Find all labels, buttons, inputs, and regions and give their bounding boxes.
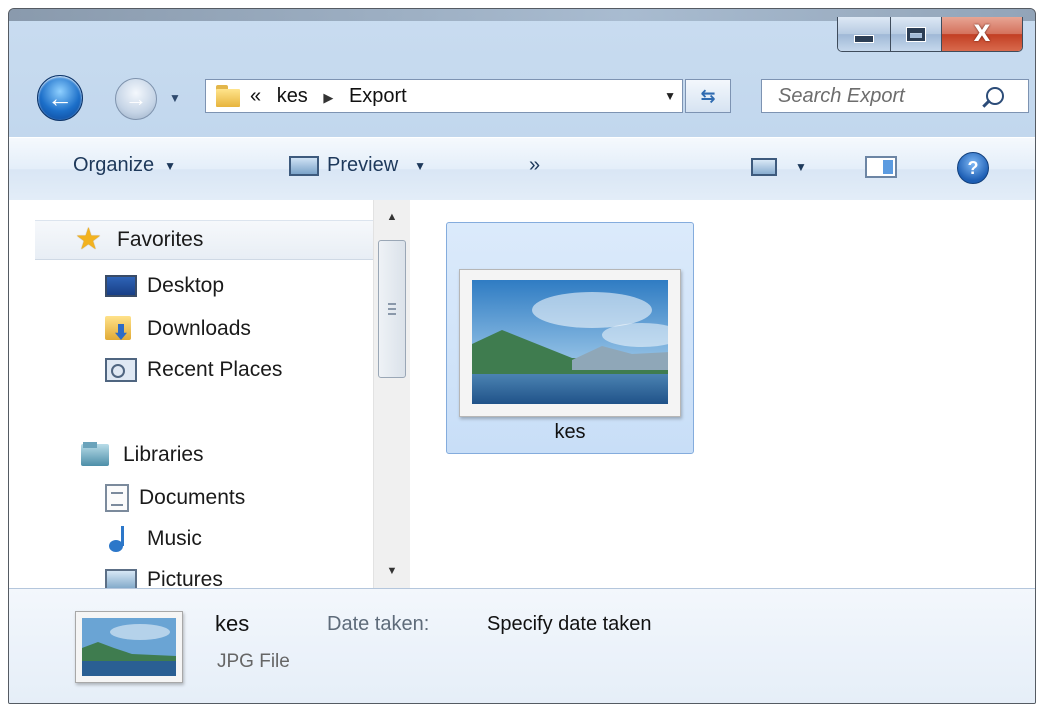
sidebar-item-label: Desktop [147,274,225,297]
content-area: ★ Favorites Desktop Downloads Recent Pla… [9,200,1035,588]
details-file-type: JPG File [217,651,290,672]
breadcrumb-item-export[interactable]: Export [349,85,407,107]
sidebar-item-desktop[interactable]: Desktop [105,274,224,298]
desktop-icon [105,275,137,297]
sidebar-item-pictures[interactable]: Pictures [105,568,223,588]
address-bar[interactable]: « kes ▶ Export ▼ [205,79,683,113]
more-commands-button[interactable]: » [529,154,540,177]
date-taken-value[interactable]: Specify date taken [487,613,652,636]
sidebar-item-label: Libraries [123,443,204,466]
search-icon[interactable] [986,87,1004,105]
music-icon [105,526,137,552]
change-view-button[interactable]: ▼ [751,158,807,176]
search-input[interactable] [776,83,976,109]
forward-button[interactable]: → [115,78,157,120]
search-box[interactable] [761,79,1029,113]
preview-pane-button[interactable] [865,156,897,178]
scroll-down-icon[interactable]: ▼ [374,554,410,588]
views-icon [751,158,777,176]
help-icon: ? [957,152,989,184]
close-button[interactable]: X [941,17,1022,51]
documents-icon [105,484,129,512]
minimize-button[interactable] [838,17,890,51]
grip-icon [388,303,396,315]
breadcrumb-item-kes[interactable]: kes [277,85,308,107]
refresh-button[interactable]: ⇆ [685,79,731,113]
sidebar-item-recent-places[interactable]: Recent Places [105,358,282,382]
sidebar-item-label: Music [147,527,202,550]
maximize-button[interactable] [890,17,941,51]
back-arrow-icon: ← [47,82,73,113]
file-list: kes [410,200,1035,588]
navigation-scrollbar[interactable]: ▲ ▼ [373,200,410,588]
image-thumbnail [459,269,681,417]
downloads-icon [105,316,137,342]
folder-icon [216,85,240,107]
file-name: kes [554,421,586,443]
breadcrumb-overflow-button[interactable]: « [250,85,261,107]
sidebar-item-label: Pictures [147,568,223,588]
sidebar-item-favorites[interactable]: ★ Favorites [35,220,373,260]
sidebar-item-label: Favorites [117,228,204,251]
pictures-icon [105,569,137,588]
minimize-icon [854,35,874,43]
breadcrumb: « kes ▶ Export [250,85,407,108]
preview-icon [289,155,319,176]
back-button[interactable]: ← [37,75,83,121]
organize-button[interactable]: Organize ▼ [73,154,176,177]
sidebar-item-label: Recent Places [147,358,283,381]
details-file-name: kes [215,611,250,636]
scroll-up-icon[interactable]: ▲ [374,200,410,234]
more-chevron-icon: » [529,154,541,176]
recent-pages-dropdown[interactable]: ▼ [169,91,181,105]
details-pane: kes JPG File Date taken: Specify date ta… [9,588,1035,703]
preview-button[interactable]: Preview ▼ [289,154,426,177]
address-dropdown-icon[interactable]: ▼ [664,89,676,103]
maximize-icon [907,27,925,41]
star-icon: ★ [75,222,102,257]
explorer-window: X ← → ▼ « kes ▶ Export ▼ ⇆ Search Export… [8,8,1036,704]
chevron-down-icon: ▼ [795,160,807,174]
sidebar-item-label: Documents [139,486,246,509]
date-taken-label: Date taken: [327,613,430,635]
caption-buttons: X [837,17,1023,52]
chevron-down-icon[interactable]: ▼ [414,159,426,173]
command-bar: Organize ▼ Preview ▼ » ▼ ? [9,137,1035,201]
preview-label: Preview [327,154,399,176]
breadcrumb-separator-icon[interactable]: ▶ [323,90,333,105]
sidebar-item-label: Downloads [147,317,251,340]
forward-arrow-icon: → [125,86,147,111]
help-button[interactable]: ? [957,152,989,184]
landscape-image [472,280,668,404]
recent-places-icon [105,358,137,382]
preview-pane-icon [865,156,897,178]
refresh-icon: ⇆ [700,85,716,106]
close-icon: X [973,21,991,47]
sidebar-item-downloads[interactable]: Downloads [105,316,251,342]
organize-label: Organize [73,154,155,176]
scroll-thumb[interactable] [378,240,406,378]
navigation-bar: ← → ▼ « kes ▶ Export ▼ ⇆ [9,73,1035,121]
sidebar-item-libraries[interactable]: Libraries [81,442,204,468]
libraries-icon [81,442,113,468]
details-thumbnail [75,611,183,683]
sidebar-item-music[interactable]: Music [105,526,202,552]
chevron-down-icon: ▼ [164,158,177,173]
navigation-pane: ★ Favorites Desktop Downloads Recent Pla… [9,200,373,588]
sidebar-item-documents[interactable]: Documents [105,484,245,512]
file-item-kes[interactable]: kes [446,222,694,454]
